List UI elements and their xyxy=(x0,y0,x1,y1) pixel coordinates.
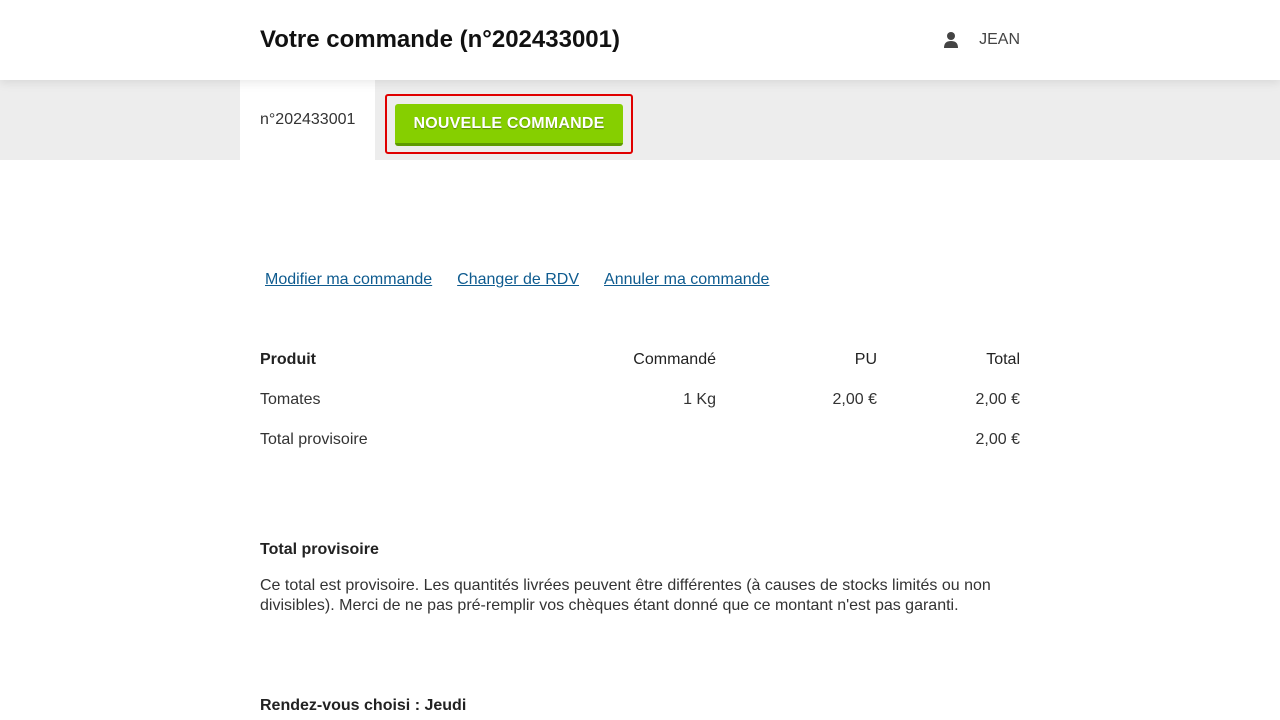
page-header: Votre commande (n°202433001) JEAN xyxy=(0,0,1280,80)
cancel-order-link[interactable]: Annuler ma commande xyxy=(604,270,769,290)
ordered-quantity: 1 Kg xyxy=(683,391,716,408)
subtotal-row: Total provisoire 2,00 € xyxy=(260,420,1020,460)
user-menu[interactable]: JEAN xyxy=(943,29,1020,51)
notice-title: Total provisoire xyxy=(260,541,379,558)
column-header-unit-price: PU xyxy=(854,351,877,368)
notice-text: Ce total est provisoire. Les quantités l… xyxy=(260,577,991,614)
order-actions: Modifier ma commande Changer de RDV Annu… xyxy=(265,270,769,290)
order-table: Produit Commandé PU Total Tomates 1 Kg 2… xyxy=(260,340,1020,460)
table-header-row: Produit Commandé PU Total xyxy=(260,340,1020,380)
empty-cell xyxy=(716,420,877,460)
empty-cell xyxy=(560,420,716,460)
line-total: 2,00 € xyxy=(975,391,1020,408)
table-row: Tomates 1 Kg 2,00 € 2,00 € xyxy=(260,380,1020,420)
subtotal-label: Total provisoire xyxy=(260,431,368,448)
change-rdv-link[interactable]: Changer de RDV xyxy=(457,270,579,290)
new-order-button[interactable]: NOUVELLE COMMANDE xyxy=(395,104,623,146)
column-header-product: Produit xyxy=(260,351,316,368)
unit-price: 2,00 € xyxy=(832,391,877,408)
product-name: Tomates xyxy=(260,391,321,408)
column-header-ordered: Commandé xyxy=(633,351,716,368)
new-order-highlight: NOUVELLE COMMANDE xyxy=(385,94,633,154)
subtotal-value: 2,00 € xyxy=(975,431,1020,448)
appointment-info: Rendez-vous choisi : Jeudi xyxy=(260,697,467,714)
order-tabbar: n°202433001 NOUVELLE COMMANDE xyxy=(0,80,1280,160)
page-title: Votre commande (n°202433001) xyxy=(260,26,620,53)
column-header-total: Total xyxy=(986,351,1020,368)
tab-current-order-label: n°202433001 xyxy=(260,111,356,128)
user-name: JEAN xyxy=(979,31,1020,48)
modify-order-link[interactable]: Modifier ma commande xyxy=(265,270,432,290)
user-icon xyxy=(944,32,959,48)
tab-current-order[interactable]: n°202433001 xyxy=(240,80,375,160)
